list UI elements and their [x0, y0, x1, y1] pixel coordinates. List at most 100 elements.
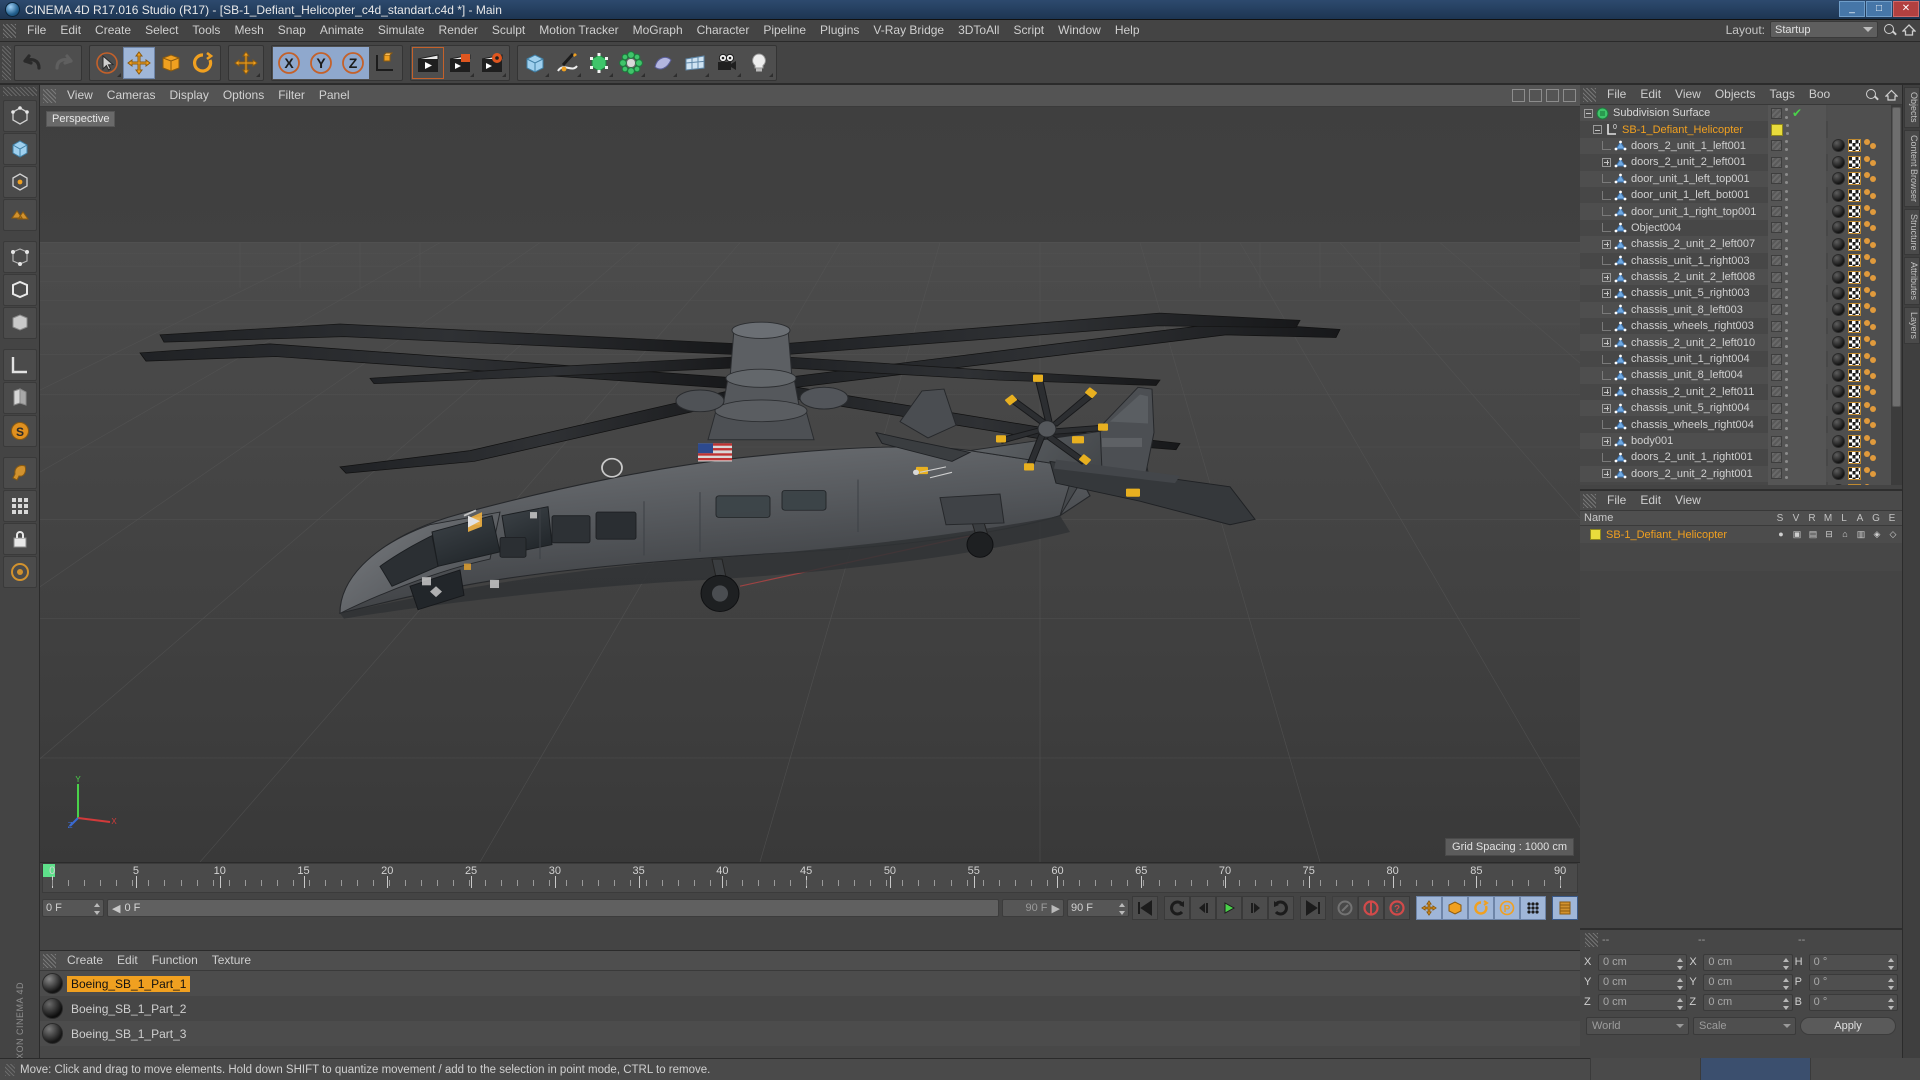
material-menu-create[interactable]: Create	[60, 950, 110, 971]
visibility-toggle-icon[interactable]	[1771, 206, 1782, 218]
spinner-icon[interactable]	[94, 903, 101, 915]
autokey-button[interactable]	[1332, 896, 1358, 920]
visibility-dots-icon[interactable]	[1785, 419, 1789, 431]
menu-motion-tracker[interactable]: Motion Tracker	[532, 20, 625, 41]
selection-tag-icon[interactable]	[1864, 205, 1877, 218]
object-name[interactable]: Subdivision Surface	[1613, 107, 1710, 119]
object-manager-row[interactable]: chassis_wheels_right003	[1580, 318, 1902, 335]
texture-tag-icon[interactable]	[1848, 467, 1861, 481]
visibility-toggle-icon[interactable]	[1771, 287, 1782, 299]
selection-tag-icon[interactable]	[1864, 450, 1877, 464]
layer-menu-file[interactable]: File	[1600, 491, 1633, 510]
layer-column-r[interactable]: R	[1804, 511, 1820, 526]
texture-tag-icon[interactable]	[1848, 418, 1861, 432]
material-tag-icon[interactable]	[1832, 237, 1845, 251]
redo-button[interactable]	[48, 46, 80, 79]
visibility-toggle-icon[interactable]	[1771, 156, 1782, 168]
visibility-dots-icon[interactable]	[1785, 156, 1789, 168]
timeline-ruler[interactable]: 0 5 10 15 20 25 30 35 40 45 50 55 60 65 70 75 80 85 90	[42, 863, 1578, 893]
visibility-toggle-icon[interactable]	[1771, 189, 1782, 201]
texture-tag-icon[interactable]	[1848, 368, 1861, 382]
rotation-p-field[interactable]: 0 °	[1808, 973, 1898, 991]
menu-select[interactable]: Select	[138, 20, 185, 41]
scale-tool[interactable]	[155, 46, 187, 79]
material-name[interactable]: Boeing_SB_1_Part_3	[67, 1026, 190, 1042]
material-grip-icon[interactable]	[43, 953, 56, 968]
layer-column-g[interactable]: G	[1868, 511, 1884, 526]
visibility-toggle-icon[interactable]	[1771, 419, 1782, 431]
record-pla-button[interactable]: P	[1494, 896, 1520, 920]
visibility-dots-icon[interactable]	[1785, 107, 1789, 119]
visibility-dots-icon[interactable]	[1785, 369, 1789, 381]
record-keyframe-button[interactable]	[1358, 896, 1384, 920]
keyframe-help-button[interactable]: ?	[1384, 896, 1410, 920]
model-mode-button[interactable]	[2, 133, 37, 165]
coordinate-grip-icon[interactable]	[1585, 933, 1598, 947]
material-tag-icon[interactable]	[1832, 450, 1845, 464]
object-name[interactable]: doors_2_unit_1_left001	[1631, 140, 1746, 152]
selection-tag-icon[interactable]	[1864, 303, 1877, 316]
object-name[interactable]: door_unit_1_left_bot001	[1631, 189, 1750, 201]
visibility-toggle-icon[interactable]	[1771, 337, 1782, 349]
menu-create[interactable]: Create	[88, 20, 138, 41]
layer-menu-view[interactable]: View	[1668, 491, 1708, 510]
menu-sculpt[interactable]: Sculpt	[485, 20, 532, 41]
spinner-icon[interactable]	[1887, 977, 1895, 990]
object-name[interactable]: chassis_unit_8_left003	[1631, 304, 1743, 316]
viewport-single-view-icon[interactable]	[1512, 89, 1525, 102]
object-name[interactable]: chassis_unit_1_right003	[1631, 255, 1750, 267]
render-view-button[interactable]	[412, 46, 444, 79]
viewport-menu-cameras[interactable]: Cameras	[100, 85, 163, 106]
material-tag-icon[interactable]	[1832, 434, 1845, 448]
visibility-dots-icon[interactable]	[1786, 124, 1790, 136]
object-manager-row[interactable]: doors_2_unit_2_left001	[1580, 154, 1902, 171]
expand-icon[interactable]	[1602, 157, 1611, 167]
texture-tag-icon[interactable]	[1848, 352, 1861, 366]
home-icon[interactable]	[1902, 23, 1916, 37]
expand-icon[interactable]	[1602, 272, 1611, 282]
layer-column-e[interactable]: E	[1884, 511, 1900, 526]
visibility-toggle-icon[interactable]	[1771, 238, 1782, 250]
point-mode-button[interactable]	[2, 241, 37, 273]
visibility-dots-icon[interactable]	[1785, 468, 1789, 480]
object-name[interactable]: doors_2_unit_2_right001	[1631, 468, 1753, 480]
visibility-toggle-icon[interactable]	[1771, 451, 1782, 463]
object-manager-row[interactable]: chassis_unit_1_right004	[1580, 350, 1902, 368]
material-tag-icon[interactable]	[1832, 401, 1845, 415]
spinner-icon[interactable]	[1119, 903, 1126, 915]
menu-3dtoall[interactable]: 3DToAll	[951, 20, 1006, 41]
object-manager-row[interactable]: doors_2_unit_1_right001	[1580, 449, 1902, 466]
enable-axis-button[interactable]	[2, 556, 37, 588]
layer-column-s[interactable]: S	[1772, 511, 1788, 526]
object-menu-tags[interactable]: Tags	[1763, 85, 1802, 104]
material-tag-icon[interactable]	[1832, 303, 1845, 317]
layer-expression-icon[interactable]: ◇	[1886, 527, 1900, 541]
menubar-grip-icon[interactable]	[3, 23, 16, 38]
menu-simulate[interactable]: Simulate	[371, 20, 432, 41]
object-manager-row[interactable]: body001	[1580, 432, 1902, 450]
object-manager-row[interactable]: door_unit_1_right_top001	[1580, 203, 1902, 220]
visibility-toggle-icon[interactable]	[1771, 369, 1782, 381]
coordinate-mode-select[interactable]: Scale	[1693, 1016, 1796, 1035]
render-settings-button[interactable]	[476, 46, 508, 79]
selection-tag-icon[interactable]	[1864, 139, 1877, 152]
texture-tag-icon[interactable]	[1848, 401, 1861, 415]
menu-mesh[interactable]: Mesh	[227, 20, 270, 41]
live-selection-tool[interactable]	[91, 46, 123, 79]
visibility-dots-icon[interactable]	[1785, 206, 1789, 218]
visibility-toggle-icon[interactable]	[1771, 353, 1782, 365]
layer-column-l[interactable]: L	[1836, 511, 1852, 526]
texture-tag-icon[interactable]	[1848, 155, 1861, 169]
right-tab-objects[interactable]: Objects	[1904, 87, 1920, 128]
object-menu-boo[interactable]: Boo	[1802, 85, 1837, 104]
go-to-start-button[interactable]	[1132, 896, 1158, 920]
quantize-button[interactable]	[2, 490, 37, 522]
visibility-toggle-icon[interactable]	[1771, 222, 1782, 234]
visibility-toggle-icon[interactable]	[1771, 304, 1782, 316]
visibility-toggle-icon[interactable]	[1771, 140, 1782, 152]
object-manager-tree[interactable]: Subdivision Surface ✔ 0 SB-1_Defiant_Helico…	[1580, 105, 1902, 485]
object-manager-grip-icon[interactable]	[1583, 87, 1596, 102]
menu-help[interactable]: Help	[1108, 20, 1147, 41]
object-name[interactable]: SB-1_Defiant_Helicopter	[1622, 124, 1743, 136]
expand-icon[interactable]	[1602, 436, 1611, 446]
